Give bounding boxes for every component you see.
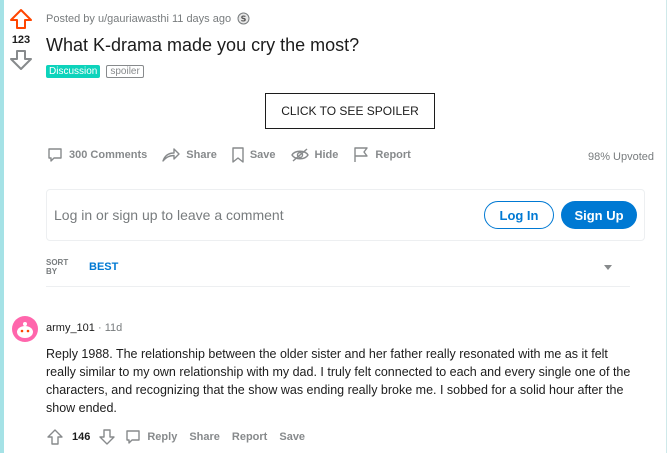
post-actions: 300 Comments Share Save Hide Report: [46, 146, 411, 164]
share-label: Share: [186, 149, 217, 161]
post-meta: Posted by u/gauriawasthi 11 days ago S: [46, 12, 250, 25]
left-frame-border: [0, 0, 4, 453]
comment-icon: [46, 146, 64, 164]
post-flairs: Discussion spoiler: [46, 65, 144, 78]
meta-separator: ·: [97, 322, 105, 334]
downvote-arrow-icon[interactable]: [8, 49, 34, 71]
reply-button[interactable]: Reply: [124, 428, 177, 446]
svg-text:S: S: [241, 15, 247, 24]
comment-time[interactable]: 11d: [105, 322, 123, 334]
log-in-button[interactable]: Log In: [484, 201, 554, 229]
sort-dropdown[interactable]: BEST: [89, 261, 118, 273]
comment-body: Reply 1988. The relationship between the…: [46, 347, 631, 415]
save-label: Save: [249, 149, 276, 161]
avatar[interactable]: [12, 316, 38, 342]
sort-bar: SORT BY BEST: [46, 256, 630, 287]
report-flag-icon: [352, 146, 370, 164]
sign-up-button[interactable]: Sign Up: [561, 201, 637, 229]
report-button[interactable]: Report: [352, 146, 411, 164]
comments-button[interactable]: 300 Comments: [46, 146, 147, 164]
bookmark-icon: [231, 146, 245, 164]
share-button[interactable]: Share: [161, 146, 217, 164]
vote-column: 123: [8, 8, 34, 71]
comments-label: 300 Comments: [69, 149, 148, 161]
reply-label: Reply: [147, 431, 178, 443]
comment-share-button[interactable]: Share: [189, 431, 220, 443]
comment-icon: [124, 428, 142, 446]
upvote-arrow-icon[interactable]: [8, 8, 34, 30]
comment-actions: 146 Reply Share Report Save: [46, 428, 305, 446]
comment-meta: army_101 · 11d: [46, 322, 122, 334]
reveal-spoiler-button[interactable]: CLICK TO SEE SPOILER: [265, 93, 435, 129]
comment-save-button[interactable]: Save: [279, 431, 305, 443]
comment-score: 146: [72, 431, 91, 443]
post-author-time[interactable]: Posted by u/gauriawasthi 11 days ago: [46, 13, 231, 25]
post-title[interactable]: What K-drama made you cry the most?: [46, 35, 359, 56]
sort-label: SORT BY: [46, 258, 69, 276]
save-button[interactable]: Save: [231, 146, 276, 164]
post-score: 123: [11, 34, 31, 46]
hide-button[interactable]: Hide: [290, 147, 339, 163]
hide-eye-icon: [290, 147, 310, 163]
login-comment-prompt: Log in or sign up to leave a comment Log…: [46, 189, 645, 241]
flair-spoiler: spoiler: [106, 65, 144, 78]
report-label: Report: [375, 149, 411, 161]
award-icon: S: [237, 12, 250, 25]
hide-label: Hide: [314, 149, 339, 161]
upvote-ratio: 98% Upvoted: [587, 151, 654, 163]
upvote-arrow-icon[interactable]: [46, 428, 64, 446]
chevron-down-icon[interactable]: [604, 265, 612, 270]
share-icon: [161, 146, 181, 164]
flair-discussion[interactable]: Discussion: [46, 65, 101, 78]
comment-prompt-text: Log in or sign up to leave a comment: [54, 207, 284, 223]
comment-author[interactable]: army_101: [46, 322, 95, 334]
downvote-arrow-icon[interactable]: [98, 428, 116, 446]
comment-report-button[interactable]: Report: [232, 431, 267, 443]
